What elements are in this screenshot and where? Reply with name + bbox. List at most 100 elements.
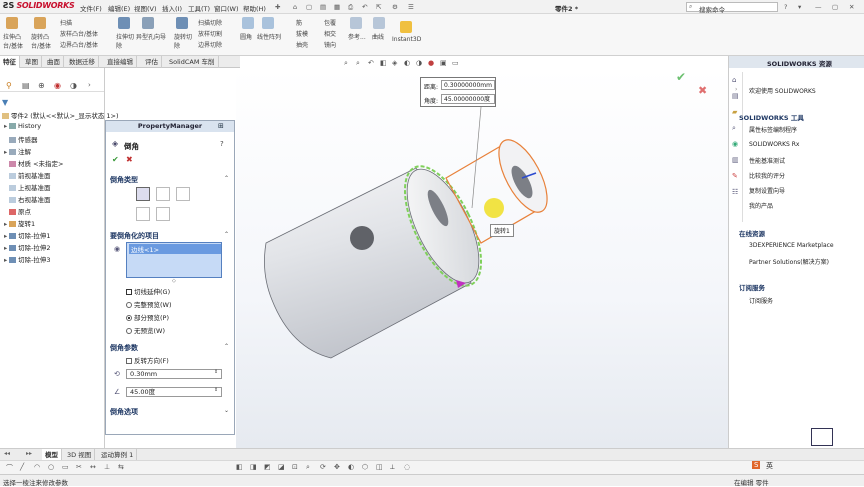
home-icon[interactable]: ⌂ <box>293 3 297 11</box>
chamfer-type-vertex[interactable] <box>176 187 190 201</box>
partial-preview-radio[interactable]: 部分预览(P) <box>126 312 169 322</box>
hide-show-icon[interactable]: ◑ <box>416 59 422 67</box>
mirror-button[interactable]: 镜向 <box>324 40 336 49</box>
tree-item-cut-extrude1[interactable]: ▸ 切除-拉伸1 <box>4 230 50 240</box>
normal-to-icon[interactable]: ⊡ <box>292 463 298 471</box>
tool-performance-benchmark[interactable]: 性能基准测试 <box>749 156 785 165</box>
open-icon[interactable]: ▤ <box>320 3 326 11</box>
chamfer-type-distance-distance[interactable] <box>156 187 170 201</box>
view-iso-icon[interactable]: ◪ <box>278 463 285 471</box>
view-front-icon[interactable]: ◧ <box>236 463 243 471</box>
tab-features[interactable]: 特征 <box>0 56 20 68</box>
section-items-to-chamfer[interactable]: 要倒角化的项目 <box>110 231 159 241</box>
tree-item-cut-extrude2[interactable]: ▸ 切除-拉伸2 <box>4 242 50 252</box>
print-icon[interactable]: ⎙ <box>348 3 353 12</box>
tab-evaluate[interactable]: 评估 <box>142 56 162 68</box>
sketch-tool-icon[interactable]: ⌒ <box>6 463 13 473</box>
wrap-button[interactable]: 包覆 <box>324 18 336 27</box>
feature-tree-icon[interactable]: ⚲ <box>6 81 12 90</box>
search-box[interactable]: ⌕ 搜索命令 <box>686 2 778 14</box>
view-right-icon[interactable]: ◩ <box>264 463 271 471</box>
full-preview-radio[interactable]: 完整预览(W) <box>126 299 172 309</box>
section-chamfer-parameters[interactable]: 倒角参数 <box>110 343 138 353</box>
collapse-icon[interactable]: ⌃ <box>224 343 229 350</box>
section-chamfer-options[interactable]: 倒角选项 <box>110 407 138 417</box>
line-tool-icon[interactable]: ╱ <box>20 463 24 471</box>
collapse-icon[interactable]: ⌃ <box>224 175 229 182</box>
expand-icon[interactable]: ⌄ <box>224 407 229 414</box>
graphics-area[interactable]: ⌕ ⌕ ↶ ◧ ◈ ◐ ◑ ● ▣ ▭ ✔ ✖ 距离: 0.30000000mm… <box>236 59 728 448</box>
select-icon[interactable]: ⇱ <box>376 3 381 11</box>
no-preview-radio[interactable]: 无预览(W) <box>126 325 165 335</box>
tool-my-products[interactable]: 我的产品 <box>749 201 773 210</box>
tab-direct-editing[interactable]: 直接编辑 <box>104 56 137 68</box>
forum-icon[interactable]: ☷ <box>732 188 738 196</box>
menu-view[interactable]: 视图(V) <box>134 3 157 13</box>
cross-hole[interactable] <box>350 226 374 250</box>
arc-tool-icon[interactable]: ◠ <box>34 463 40 471</box>
extrude-boss-icon[interactable] <box>6 17 18 29</box>
pm-ok-button[interactable]: ✔ <box>112 155 119 164</box>
resources-tab-icon[interactable]: ⌂ <box>732 76 736 84</box>
revolve-cut-icon[interactable] <box>176 17 188 29</box>
shaded-icon[interactable]: ◐ <box>348 463 354 471</box>
pm-help-icon[interactable]: ? <box>220 140 224 148</box>
edge-selection-item[interactable]: 边线<1> <box>129 244 221 254</box>
linear-pattern-icon[interactable] <box>262 17 274 29</box>
help-icon[interactable]: ? <box>784 3 787 11</box>
rect-tool-icon[interactable]: ▭ <box>62 463 69 471</box>
tree-item-front-plane[interactable]: 前视基准面 <box>4 170 51 180</box>
tangent-propagation-checkbox[interactable]: 切线延伸(G) <box>126 286 170 296</box>
callout-angle-input[interactable]: 45.00000000度 <box>441 94 495 104</box>
angle-spinner[interactable]: ⇕ <box>214 387 218 393</box>
dropdown-icon[interactable]: ▾ <box>798 3 801 11</box>
menu-tools[interactable]: 工具(T) <box>188 3 210 13</box>
tree-item-right-plane[interactable]: 右视基准面 <box>4 194 51 204</box>
flip-direction-checkbox[interactable]: 反转方向(F) <box>126 355 169 365</box>
curves-icon[interactable] <box>373 17 385 29</box>
pm-cancel-button[interactable]: ✖ <box>126 155 133 164</box>
boundary-boss-button[interactable]: 边界凸台/基体 <box>60 40 98 49</box>
sweep-button[interactable]: 扫描 <box>60 18 72 27</box>
fillet-icon[interactable] <box>242 17 254 29</box>
filter-icon[interactable]: ▼ <box>2 98 8 107</box>
view-palette-icon[interactable]: ◉ <box>732 140 738 148</box>
hide-icon[interactable]: ◌ <box>404 463 410 471</box>
tab-3d-view[interactable]: 3D 视图 <box>64 449 96 460</box>
chamfer-type-angle-distance[interactable] <box>136 187 150 201</box>
draft-button[interactable]: 拔模 <box>296 29 308 38</box>
tab-prev-icon[interactable]: ◂◂ <box>4 450 10 457</box>
menu-file[interactable]: 文件(F) <box>80 3 102 13</box>
menu-help[interactable]: 帮助(H) <box>243 3 266 13</box>
distance-spinner[interactable]: ⇕ <box>214 369 218 375</box>
reference-geometry-icon[interactable] <box>350 17 362 29</box>
tool-copy-settings-wizard[interactable]: 复制设置向导 <box>749 186 785 195</box>
view-settings-icon[interactable]: ▭ <box>452 59 459 67</box>
link-partner-solutions[interactable]: Partner Solutions(解决方案) <box>749 257 829 266</box>
view-top-icon[interactable]: ◨ <box>250 463 257 471</box>
tab-data-migration[interactable]: 数据迁移 <box>66 56 99 68</box>
tab-next-icon[interactable]: ▸▸ <box>26 450 32 457</box>
scene-icon[interactable]: ▣ <box>440 59 447 67</box>
rebuild-icon[interactable]: ⚙ <box>392 3 398 11</box>
expand-icon[interactable]: › <box>88 81 91 89</box>
swept-cut-button[interactable]: 扫描切除 <box>198 18 222 27</box>
rib-button[interactable]: 筋 <box>296 18 302 27</box>
loft-button[interactable]: 放样凸台/基体 <box>60 29 98 38</box>
search-tab-icon[interactable]: ⌕ <box>732 124 736 133</box>
lofted-cut-button[interactable]: 放样切割 <box>198 29 222 38</box>
new-file-icon[interactable]: ▢ <box>306 3 312 11</box>
instant3d-icon[interactable] <box>400 21 412 33</box>
tool-property-tab-builder[interactable]: 属性标签编制程序 <box>749 125 797 134</box>
pan-icon[interactable]: ✥ <box>334 463 340 471</box>
trim-tool-icon[interactable]: ✂ <box>76 463 82 471</box>
tab-model[interactable]: 模型 <box>42 449 62 460</box>
file-explorer-icon[interactable]: ▰ <box>732 108 737 116</box>
menu-edit[interactable]: 编辑(E) <box>108 3 130 13</box>
wireframe-icon[interactable]: ⬡ <box>362 463 368 471</box>
intersect-button[interactable]: 相交 <box>324 29 336 38</box>
pm-pin-icon[interactable]: ⊞ <box>218 122 224 130</box>
zoom-fit-icon[interactable]: ⌕ <box>344 59 348 68</box>
tree-item-origin[interactable]: 原点 <box>4 206 31 216</box>
custom-properties-icon[interactable]: ✎ <box>732 172 738 180</box>
